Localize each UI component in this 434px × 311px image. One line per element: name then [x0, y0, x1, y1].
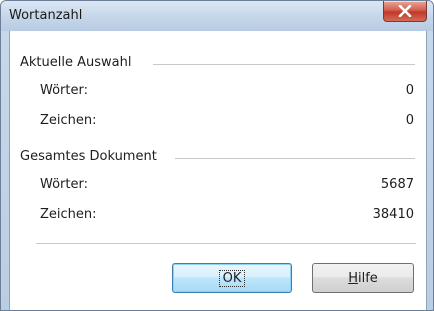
document-chars-label: Zeichen:: [40, 207, 97, 222]
ok-button[interactable]: OK: [172, 263, 292, 293]
document-chars-value: 38410: [372, 207, 414, 222]
window-title: Wortanzahl: [9, 8, 83, 23]
help-label-rest: ilfe: [357, 270, 378, 286]
help-mnemonic: H: [348, 270, 358, 286]
group-divider-document: [175, 158, 415, 159]
dialog-content: Aktuelle Auswahl Wörter: 0 Zeichen: 0 Ge…: [9, 31, 427, 310]
group-header-document: Gesamtes Dokument: [20, 149, 157, 164]
selection-chars-value: 0: [405, 113, 414, 128]
group-divider-selection: [153, 64, 415, 65]
dialog-window: Wortanzahl Aktuelle Auswahl Wörter: 0 Ze…: [0, 0, 434, 311]
ok-button-label: OK: [218, 269, 246, 287]
button-area-separator: [36, 243, 416, 244]
selection-words-label: Wörter:: [40, 83, 88, 98]
title-bar[interactable]: Wortanzahl: [1, 1, 433, 31]
help-button[interactable]: Hilfe: [312, 263, 414, 293]
close-button[interactable]: [383, 1, 427, 22]
close-x-icon: [398, 5, 412, 17]
selection-words-value: 0: [405, 83, 414, 98]
document-words-label: Wörter:: [40, 177, 88, 192]
help-button-label: Hilfe: [348, 271, 378, 286]
document-words-value: 5687: [380, 177, 414, 192]
selection-chars-label: Zeichen:: [40, 113, 97, 128]
group-header-selection: Aktuelle Auswahl: [20, 55, 132, 70]
